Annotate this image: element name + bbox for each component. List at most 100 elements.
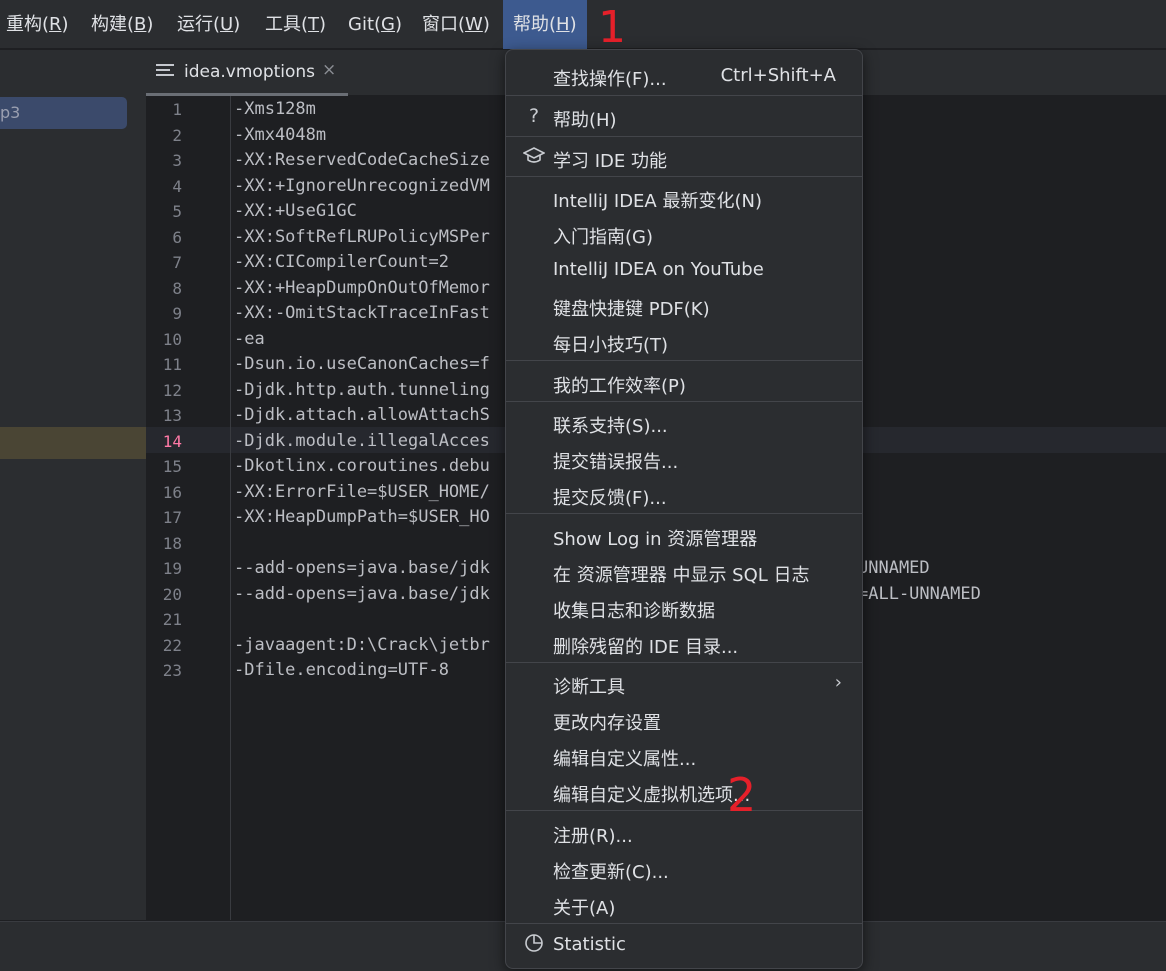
menu-item-youtube[interactable]: IntelliJ IDEA on YouTube [506,253,862,287]
tab-idea-vmoptions[interactable]: idea.vmoptions × [146,50,348,96]
chevron-right-icon: › [834,672,842,693]
code-line[interactable]: -Dsun.io.useCanonCaches=f [234,354,490,374]
line-number: 8 [172,278,182,298]
menu-item-submit-bug[interactable]: 提交错误报告... [506,442,862,476]
menu-separator [506,513,862,514]
line-number: 10 [162,329,182,349]
menu-item-diagnostic-tools[interactable]: 诊断工具 › [506,667,862,701]
menu-help[interactable]: 帮助(H) [503,0,587,49]
menu-item-collect-logs[interactable]: 收集日志和诊断数据 [506,591,862,625]
code-line[interactable]: --add-opens=java.base/jdk [234,584,490,604]
shortcut-label: Ctrl+Shift+A [720,65,836,86]
help-menu-popup: 查找操作(F)... Ctrl+Shift+A ? 帮助(H) 学习 IDE 功… [505,49,863,969]
tab-label: idea.vmoptions [184,62,316,82]
menu-window[interactable]: 窗口(W) [422,0,490,49]
menu-build[interactable]: 构建(B) [91,0,153,49]
line-number: 17 [162,508,182,527]
code-line[interactable]: -XX:CICompilerCount=2 [234,252,449,272]
question-icon: ? [528,105,540,127]
graduation-cap-icon [522,146,546,170]
code-line-tail[interactable]: =ALL-UNNAMED [858,584,981,604]
line-number: 13 [162,406,182,425]
code-line[interactable]: -Xmx4048m [234,125,326,145]
code-line[interactable]: -Dfile.encoding=UTF-8 [234,660,449,680]
menu-item-tip-of-day[interactable]: 每日小技巧(T) [506,325,862,359]
line-number: 21 [162,610,182,629]
line-number: 19 [162,559,182,578]
menu-item-statistic[interactable]: Statistic [506,928,862,962]
menu-item-productivity[interactable]: 我的工作效率(P) [506,366,862,400]
project-panel: p3 [0,50,146,920]
text-file-icon [156,64,174,80]
menu-separator [506,95,862,96]
menu-item-contact-support[interactable]: 联系支持(S)... [506,406,862,440]
code-line[interactable]: -Djdk.http.auth.tunneling [234,380,490,400]
code-line[interactable]: -Dkotlinx.coroutines.debu [234,456,490,476]
menu-item-delete-leftover-dirs[interactable]: 删除残留的 IDE 目录... [506,627,862,661]
menu-separator [506,401,862,402]
code-line[interactable]: -XX:+HeapDumpOnOutOfMemor [234,278,490,298]
menu-item-check-updates[interactable]: 检查更新(C)... [506,852,862,886]
gutter-divider [230,96,231,920]
menu-separator [506,662,862,663]
code-line[interactable]: -Djdk.attach.allowAttachS [234,405,490,425]
line-number: 15 [162,457,182,476]
line-number: 1 [172,100,182,119]
code-line[interactable]: -Xms128m [234,99,316,119]
line-number: 12 [162,380,182,400]
menu-run[interactable]: 运行(U) [177,0,240,49]
line-number: 20 [162,584,182,604]
code-line[interactable]: -XX:ErrorFile=$USER_HOME/ [234,482,490,502]
menu-item-show-sql-log[interactable]: 在 资源管理器 中显示 SQL 日志 [506,555,862,589]
menu-separator [506,176,862,177]
code-line-tail[interactable]: UNNAMED [858,558,930,578]
menu-item-whats-new[interactable]: IntelliJ IDEA 最新变化(N) [506,181,862,215]
menu-item-about[interactable]: 关于(A) [506,888,862,922]
annotation-step-2: 2 [727,768,757,822]
menu-item-getting-started[interactable]: 入门指南(G) [506,217,862,251]
menu-item-edit-custom-properties[interactable]: 编辑自定义属性... [506,739,862,773]
code-line[interactable]: --add-opens=java.base/jdk [234,558,490,578]
menu-item-learn-ide[interactable]: 学习 IDE 功能 [506,141,862,175]
menu-git[interactable]: Git(G) [348,0,402,49]
menu-separator [506,360,862,361]
menu-item-register[interactable]: 注册(R)... [506,816,862,850]
line-number: 18 [162,533,182,553]
menu-item-keymap-pdf[interactable]: 键盘快捷键 PDF(K) [506,289,862,323]
code-line[interactable]: -javaagent:D:\Crack\jetbr [234,635,490,655]
menu-refactor[interactable]: 重构(R) [6,0,69,49]
code-line[interactable]: -XX:-OmitStackTraceInFast [234,303,490,323]
close-icon[interactable]: × [322,60,336,80]
code-line[interactable]: -ea [234,329,265,349]
menu-item-show-log[interactable]: Show Log in 资源管理器 [506,519,862,553]
menu-separator [506,136,862,137]
line-number: 16 [162,482,182,502]
code-line[interactable]: -Djdk.module.illegalAcces [234,431,490,451]
line-number: 14 [162,431,182,451]
menu-item-change-memory[interactable]: 更改内存设置 [506,703,862,737]
line-number: 22 [162,635,182,655]
project-tree-selected-item[interactable]: p3 [0,97,127,129]
menu-item-find-action[interactable]: 查找操作(F)... Ctrl+Shift+A [506,59,862,93]
code-line[interactable]: -XX:+UseG1GC [234,201,357,221]
menu-tools[interactable]: 工具(T) [265,0,326,49]
line-number: 7 [172,253,182,272]
project-tree-highlight-row [0,427,146,459]
line-number: 11 [162,355,182,374]
pie-chart-icon [523,933,545,957]
menu-item-submit-feedback[interactable]: 提交反馈(F)... [506,478,862,512]
annotation-step-1: 1 [598,2,626,53]
menu-item-edit-custom-vm-options[interactable]: 编辑自定义虚拟机选项... [506,775,862,809]
menu-separator [506,923,862,924]
code-line[interactable]: -XX:SoftRefLRUPolicyMSPer [234,227,490,247]
menu-bar: 重构(R) 构建(B) 运行(U) 工具(T) Git(G) 窗口(W) 帮助(… [0,0,1166,49]
menu-item-help[interactable]: ? 帮助(H) [506,100,862,134]
line-number: 6 [172,227,182,247]
menu-separator [506,810,862,811]
line-number: 5 [172,202,182,221]
code-line[interactable]: -XX:ReservedCodeCacheSize [234,150,490,170]
line-number: 3 [172,151,182,170]
code-line[interactable]: -XX:+IgnoreUnrecognizedVM [234,176,490,196]
code-line[interactable]: -XX:HeapDumpPath=$USER_HO [234,507,490,527]
line-number: 4 [172,176,182,196]
